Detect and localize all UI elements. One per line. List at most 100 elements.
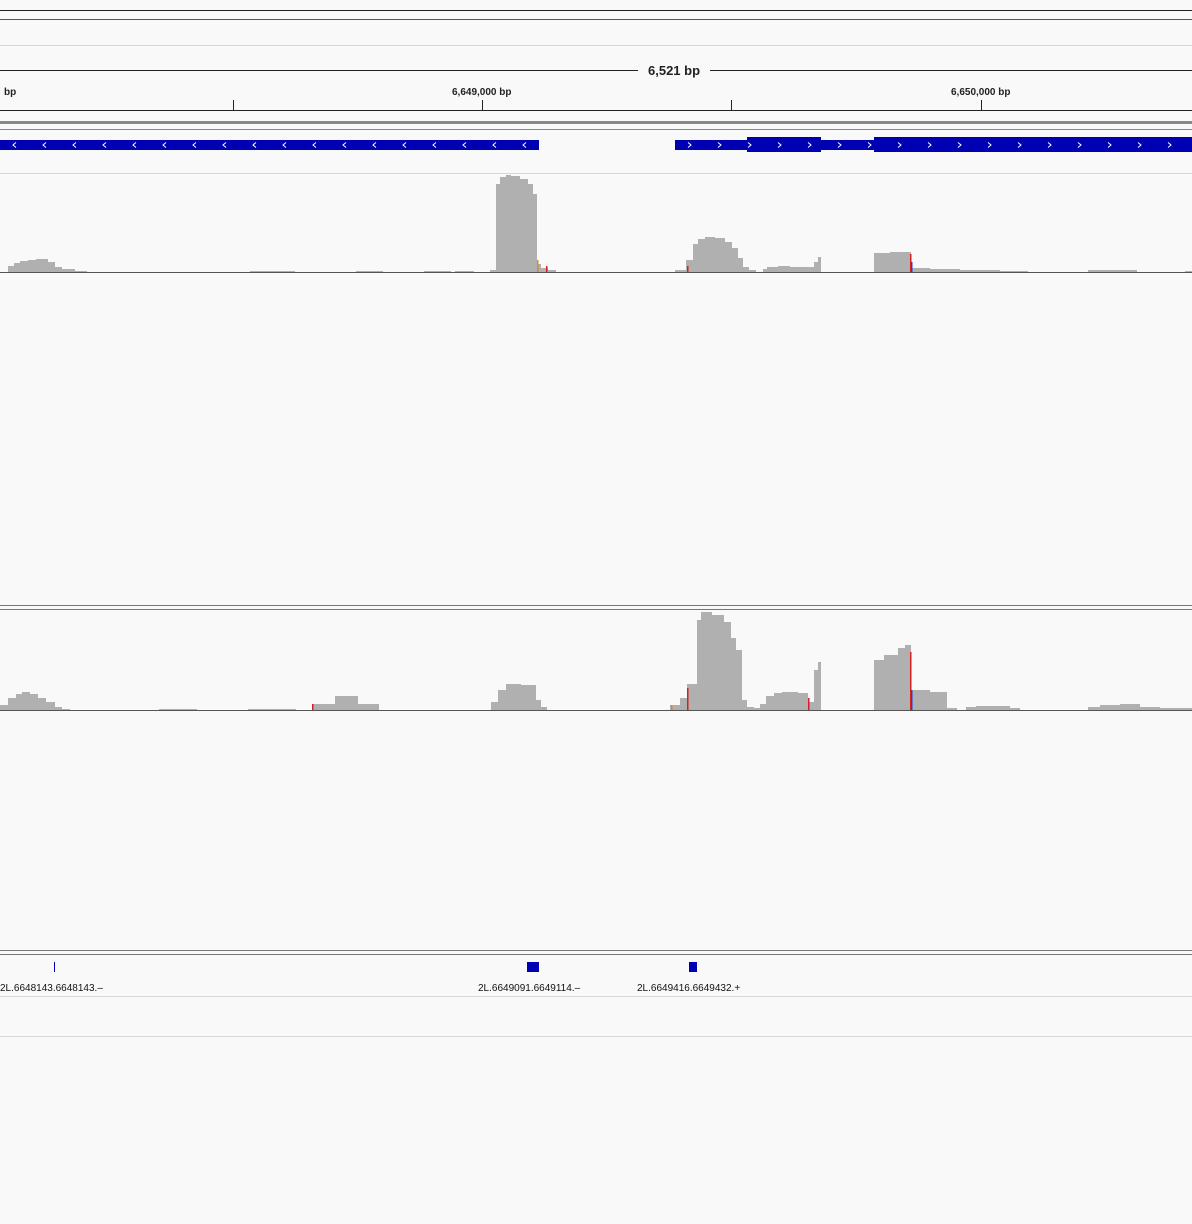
coverage-bar <box>490 270 496 272</box>
feature-label: 2L.6649091.6649114.– <box>478 983 581 994</box>
feature-mark[interactable] <box>527 962 539 972</box>
coverage-bar <box>335 696 358 710</box>
coverage-bar <box>62 709 70 710</box>
header-border-third <box>0 45 1192 46</box>
header-border-second <box>0 19 1192 20</box>
gene-exon-thick <box>874 137 1192 152</box>
ruler-tick <box>981 100 982 110</box>
coverage-bar <box>14 263 20 272</box>
ruler-tick <box>233 100 234 110</box>
coverage-bar <box>511 176 520 272</box>
coverage-bar <box>743 267 749 272</box>
coverage-bar <box>724 622 731 710</box>
ruler-baseline <box>0 110 1192 111</box>
coverage-bar <box>1120 704 1140 710</box>
feature-mark[interactable] <box>689 962 697 972</box>
coverage-bar <box>356 271 383 272</box>
coverage-bar <box>520 179 528 272</box>
coverage-bar <box>814 670 818 710</box>
coverage-bar <box>731 638 736 710</box>
coverage-bar <box>541 707 547 710</box>
coverage-bar <box>498 690 506 710</box>
coverage-bar <box>1088 707 1100 710</box>
coverage-bar <box>0 705 8 710</box>
coverage-bar <box>8 698 16 710</box>
coverage-bar <box>16 694 22 710</box>
coverage-bar <box>159 709 197 710</box>
coverage-bar <box>1000 271 1028 272</box>
coverage-bar <box>911 268 930 272</box>
coverage-bar <box>491 702 498 710</box>
coverage-bar <box>1100 705 1120 710</box>
feature-mark[interactable] <box>54 962 55 972</box>
coverage-bar <box>521 685 536 710</box>
mismatch-mark <box>671 705 673 710</box>
coverage-bar <box>774 693 782 710</box>
coverage-bar <box>766 696 774 710</box>
ruler-tick-label: 6,650,000 bp <box>951 87 1011 98</box>
mismatch-mark <box>687 266 689 272</box>
coverage-bar <box>930 269 960 272</box>
gene-track[interactable] <box>0 134 1192 158</box>
coverage-bar <box>1088 270 1137 272</box>
coverage-track-2[interactable] <box>0 606 1192 712</box>
coverage-bar <box>528 184 533 272</box>
coverage-bar <box>738 258 743 272</box>
coverage-bar <box>798 693 808 710</box>
coverage-bar <box>28 260 36 272</box>
coverage-bar <box>358 704 379 710</box>
coverage-bar <box>712 615 724 710</box>
coverage-bar <box>697 620 701 710</box>
coverage-bar <box>46 702 55 710</box>
feature-label: 2L.6649416.6649432.+ <box>637 983 741 994</box>
mismatch-mark <box>808 698 810 710</box>
feature-label: 2L.6648143.6648143.– <box>0 983 103 994</box>
coverage-bar <box>930 692 947 710</box>
coverage-bar <box>747 707 754 710</box>
coverage-bar <box>55 267 62 272</box>
coverage-bar <box>814 262 818 272</box>
ruler-tick <box>731 100 732 110</box>
coverage-bar <box>898 648 905 710</box>
coverage-bar <box>890 252 905 272</box>
mismatch-mark <box>312 704 314 710</box>
coverage-bar <box>754 708 760 710</box>
coverage-bar <box>250 271 295 272</box>
coverage-bar <box>874 253 890 272</box>
coverage-bar <box>38 698 46 710</box>
coverage-bar <box>22 692 30 710</box>
coverage-bar <box>874 660 884 710</box>
coverage-bar <box>548 270 556 272</box>
ruler-tick-label: 6,649,000 bp <box>452 87 512 98</box>
track-divider <box>0 121 1192 124</box>
coverage-bar <box>312 704 335 710</box>
coverage-bar <box>778 266 790 272</box>
coverage-bar <box>760 704 766 710</box>
coverage-bar <box>808 267 814 272</box>
coverage-bar <box>20 261 28 272</box>
ruler-tick <box>482 100 483 110</box>
span-line <box>0 70 1192 71</box>
mismatch-mark <box>911 690 913 710</box>
mismatch-mark <box>546 266 548 272</box>
coverage-bar <box>818 662 821 710</box>
coverage-bar <box>725 242 732 272</box>
coverage-bar <box>675 270 686 272</box>
coverage-track-1[interactable] <box>0 170 1192 274</box>
coverage-bar <box>947 708 957 710</box>
coverage-bar <box>736 650 742 710</box>
coverage-bar <box>455 271 474 272</box>
mismatch-mark <box>687 688 689 710</box>
coverage-bar <box>62 269 75 272</box>
coverage-bar <box>782 692 798 710</box>
panel-divider <box>0 950 1192 951</box>
track-divider <box>0 129 1192 130</box>
coverage-bar <box>818 257 821 272</box>
coverage-bar <box>693 244 698 272</box>
coverage-bar <box>536 700 541 710</box>
coverage-bar <box>749 270 756 272</box>
coverage-bar <box>911 690 930 710</box>
coverage-bar <box>680 698 687 710</box>
coverage-bar <box>1185 271 1192 272</box>
coverage-bar <box>248 709 296 710</box>
